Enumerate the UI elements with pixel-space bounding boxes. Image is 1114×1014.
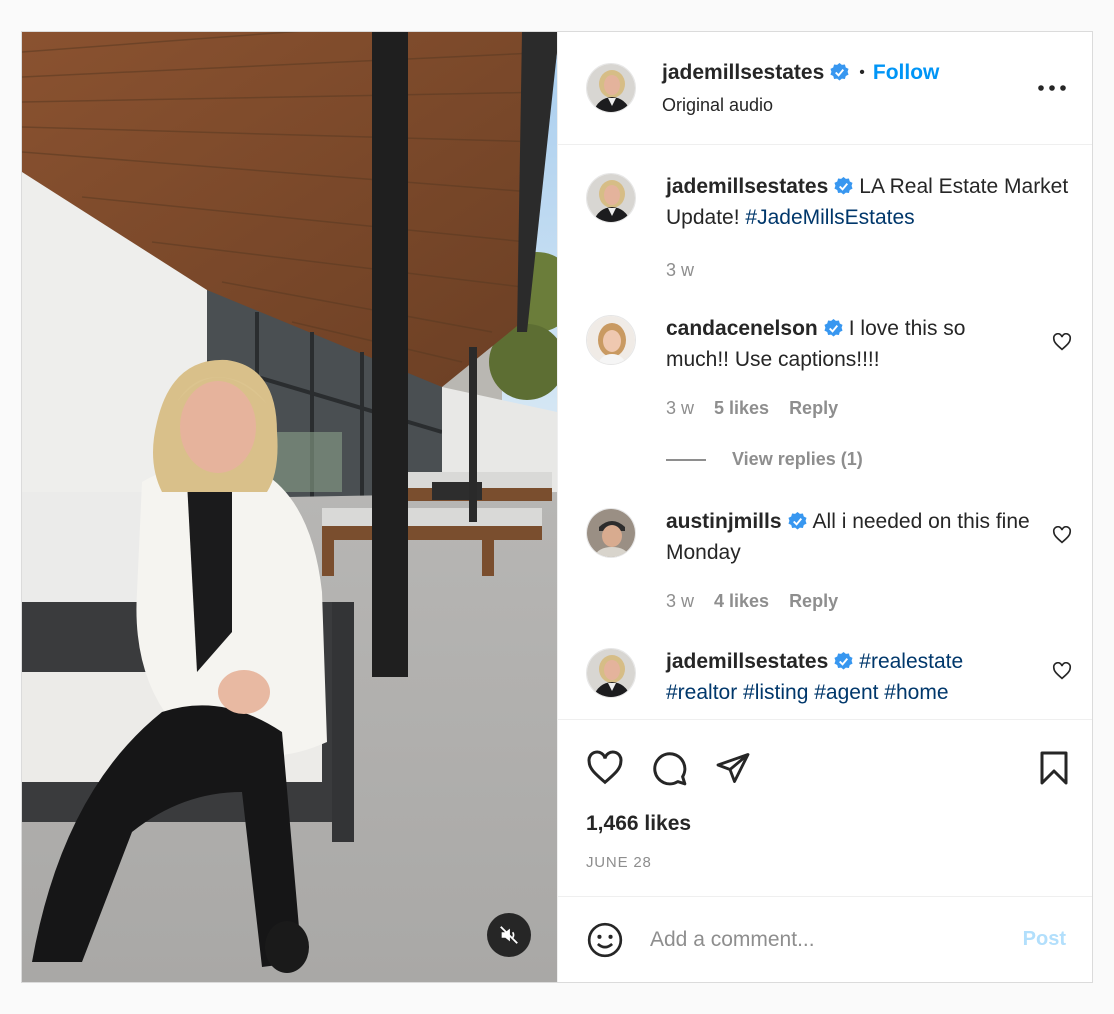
- like-comment-button[interactable]: [1052, 661, 1072, 685]
- comments-list[interactable]: jademillsestates LA Real Estate Market Up…: [558, 145, 1092, 719]
- heart-icon: [1052, 661, 1072, 680]
- video-frame: [22, 32, 557, 982]
- bookmark-icon: [1040, 751, 1068, 785]
- reply-button[interactable]: Reply: [789, 398, 838, 419]
- verified-badge-icon: [834, 651, 853, 679]
- post-date[interactable]: JUNE 28: [586, 854, 1072, 871]
- replies-divider: [666, 458, 706, 461]
- verified-badge-icon: [788, 511, 807, 539]
- comment-username[interactable]: austinjmills: [666, 510, 782, 533]
- avatar[interactable]: [586, 173, 636, 223]
- heart-icon: [1052, 332, 1072, 351]
- avatar[interactable]: [586, 508, 636, 558]
- verified-badge-icon: [830, 62, 849, 87]
- save-button[interactable]: [1038, 750, 1070, 786]
- like-comment-button[interactable]: [1052, 525, 1072, 549]
- mute-button[interactable]: [487, 913, 531, 957]
- likes-count[interactable]: 1,466 likes: [586, 812, 1072, 836]
- post-actions: 1,466 likes JUNE 28: [558, 719, 1092, 896]
- comment-item: austinjmills All i needed on this fine Mo…: [586, 508, 1072, 612]
- comment-likes[interactable]: 5 likes: [714, 398, 769, 419]
- post-dialog: jademillsestates • Follow Original audio: [21, 31, 1093, 983]
- more-horizontal-icon: [1038, 85, 1066, 91]
- comment-item: candacenelson I love this so much!! Use c…: [586, 315, 1072, 419]
- share-icon: [716, 753, 750, 783]
- hashtag-link[interactable]: #JadeMillsEstates: [745, 206, 914, 229]
- post-comment-button[interactable]: Post: [1023, 928, 1066, 951]
- audio-label[interactable]: Original audio: [662, 95, 1032, 116]
- comment-timestamp[interactable]: 3 w: [666, 260, 694, 281]
- view-replies-label: View replies (1): [732, 449, 863, 469]
- header-username[interactable]: jademillsestates: [662, 61, 824, 84]
- comment-username[interactable]: jademillsestates: [666, 175, 828, 198]
- view-replies-button[interactable]: View replies (1): [666, 449, 1072, 470]
- comment-input[interactable]: [650, 927, 1023, 952]
- more-options-button[interactable]: [1032, 73, 1072, 103]
- verified-badge-icon: [824, 318, 843, 346]
- post-header: jademillsestates • Follow Original audio: [558, 32, 1092, 145]
- comment-item: jademillsestates #realestate #realtor #li…: [586, 648, 1072, 707]
- like-button[interactable]: [586, 750, 624, 786]
- comment-timestamp[interactable]: 3 w: [666, 398, 694, 419]
- avatar[interactable]: [586, 648, 636, 698]
- emoji-button[interactable]: [586, 921, 624, 959]
- reel-video[interactable]: [22, 32, 557, 982]
- caption: jademillsestates LA Real Estate Market Up…: [586, 173, 1072, 281]
- heart-icon: [587, 750, 623, 785]
- comment-username[interactable]: candacenelson: [666, 317, 818, 340]
- emoji-icon: [587, 922, 623, 957]
- heart-icon: [1052, 525, 1072, 544]
- follow-button[interactable]: Follow: [873, 61, 940, 84]
- avatar[interactable]: [586, 63, 636, 113]
- post-side-panel: jademillsestates • Follow Original audio: [557, 32, 1092, 982]
- like-comment-button[interactable]: [1052, 332, 1072, 356]
- speaker-muted-icon: [500, 926, 518, 944]
- avatar[interactable]: [586, 315, 636, 365]
- share-button[interactable]: [714, 750, 752, 786]
- separator-dot: •: [859, 63, 865, 81]
- comment-likes[interactable]: 4 likes: [714, 591, 769, 612]
- reply-button[interactable]: Reply: [789, 591, 838, 612]
- add-comment-bar: Post: [558, 896, 1092, 982]
- comment-username[interactable]: jademillsestates: [666, 650, 828, 673]
- comment-icon: [653, 752, 687, 786]
- verified-badge-icon: [834, 176, 853, 204]
- comment-timestamp[interactable]: 3 w: [666, 591, 694, 612]
- comment-button[interactable]: [650, 749, 688, 787]
